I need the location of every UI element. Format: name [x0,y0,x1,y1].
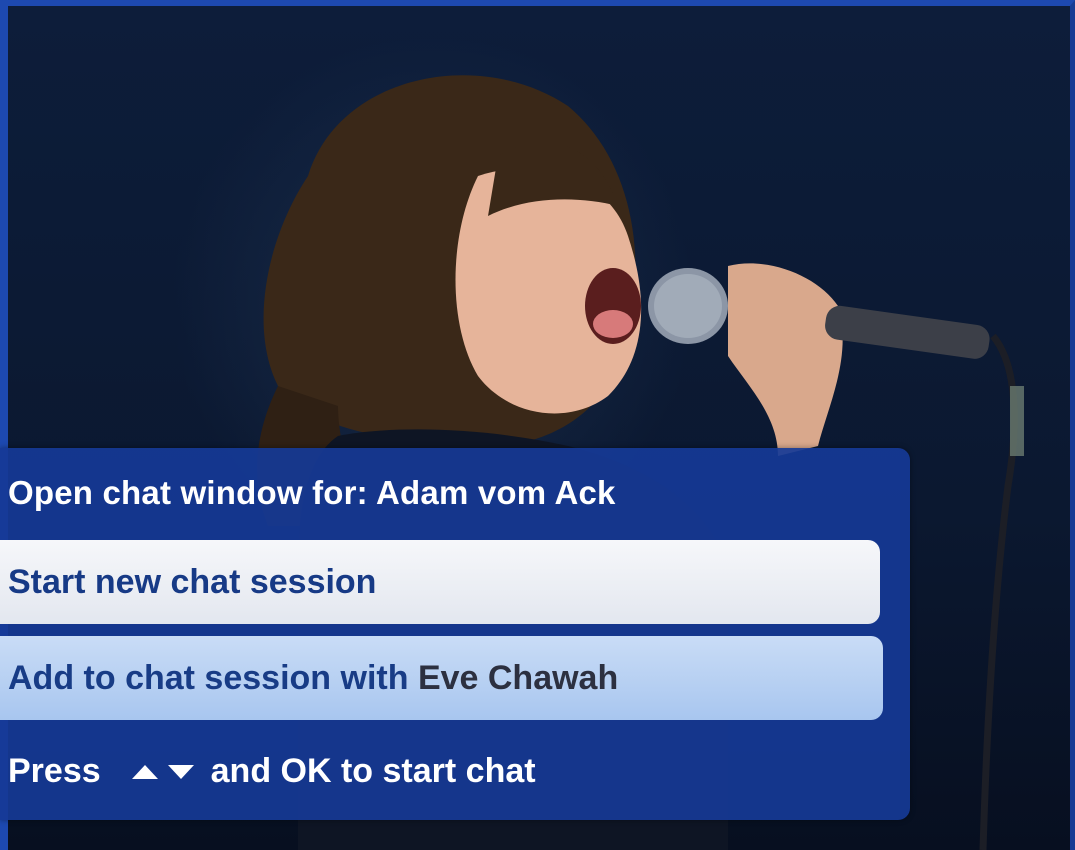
arrow-down-icon [167,764,194,779]
contact-name: Eve Chawah [417,658,619,697]
hint-press: Press [8,752,101,790]
start-new-chat-option[interactable]: Start new chat session [0,540,880,624]
navigation-hint: Press and OK to start chat [8,752,536,791]
option-label: Start new chat session [8,562,377,601]
add-to-chat-session-option[interactable]: Add to chat session with Eve Chawah [0,636,883,720]
arrow-up-icon [131,764,158,779]
tv-screen: Open chat window for: Adam vom Ack Start… [0,0,1075,850]
option-label-prefix: Add to chat session with [8,658,418,697]
hint-action: and OK to start chat [210,752,536,790]
arrow-keys [131,764,195,780]
dialog-title: Open chat window for: Adam vom Ack [8,474,616,511]
